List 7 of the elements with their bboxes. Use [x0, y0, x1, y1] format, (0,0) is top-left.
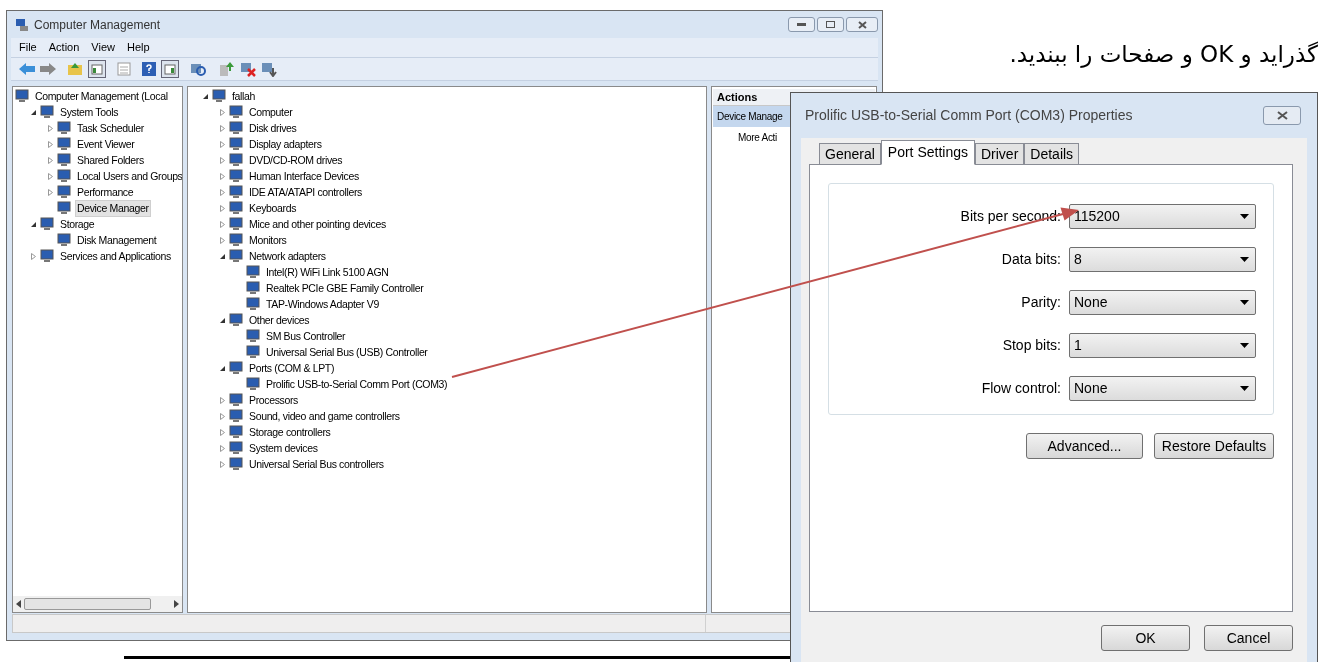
dialog-title: Prolific USB-to-Serial Comm Port (COM3) Properties — [805, 106, 1133, 125]
window-title: Computer Management — [34, 16, 161, 34]
field-label: Data bits: — [1001, 249, 1061, 269]
field-label: Stop bits: — [1002, 335, 1061, 355]
field-label: Parity: — [1021, 292, 1061, 312]
caption-text: گذرايد و OK و صفحات را ببنديد. — [1009, 40, 1318, 70]
field-label: Flow control: — [981, 378, 1061, 398]
